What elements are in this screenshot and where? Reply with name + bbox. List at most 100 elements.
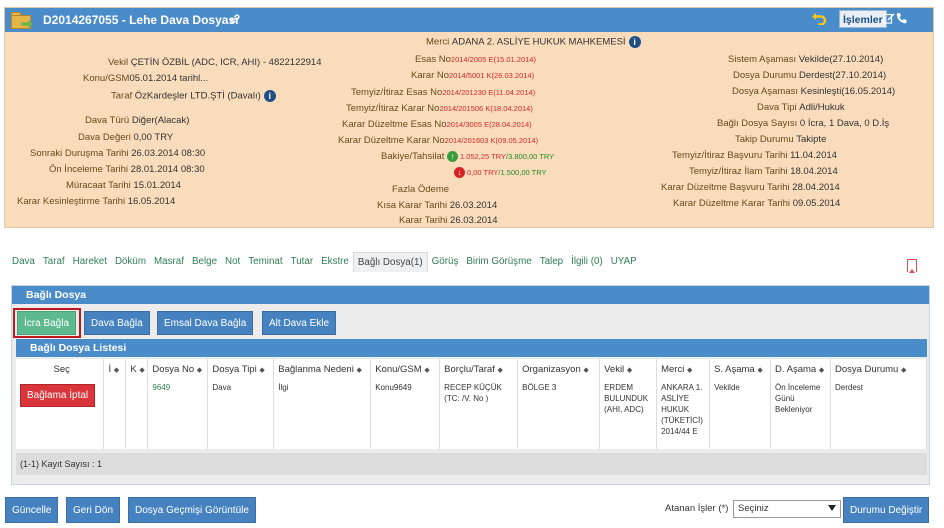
field-karar-no: Karar No2014/5001 K(26.03.2014) <box>411 70 535 81</box>
sort-icon[interactable]: ◆ <box>819 367 824 374</box>
guncelle-button[interactable]: Güncelle <box>5 497 59 523</box>
sort-icon[interactable]: ◆ <box>687 367 692 374</box>
tab-tutar[interactable]: Tutar <box>287 252 318 272</box>
info-icon[interactable]: i <box>628 36 641 48</box>
field-temyiz-basvuru: Temyiz/İtiraz Başvuru Tarihi 11.04.2014 <box>672 150 837 161</box>
field-bakiye-tahsilat-2: ↓ 0,00 TRY/1.500,00 TRY <box>454 167 547 178</box>
tab-teminat[interactable]: Teminat <box>244 252 286 272</box>
col-baglanma-nedeni[interactable]: Bağlanma Nedeni ◆ <box>273 359 372 379</box>
alt-dava-ekle-button[interactable]: Alt Dava Ekle <box>262 311 337 335</box>
tab-hareket[interactable]: Hareket <box>69 252 111 272</box>
table-row: Bağlama İptal 9649 Dava İlgi Konu9649 RE… <box>16 379 928 449</box>
col-dosya-no[interactable]: Dosya No ◆ <box>147 359 209 379</box>
col-vekil[interactable]: Vekil ◆ <box>599 359 658 379</box>
cell-s-asama: Vekilde <box>709 379 772 449</box>
col-konu-gsm[interactable]: Konu/GSM ◆ <box>370 359 441 379</box>
cell-dosya-no[interactable]: 9649 <box>147 379 209 449</box>
col-merci[interactable]: Merci ◆ <box>656 359 711 379</box>
islemler-button[interactable]: İşlemler <box>839 10 887 28</box>
geri-don-button[interactable]: Geri Dön <box>66 497 121 523</box>
tab-ekstre[interactable]: Ekstre <box>317 252 353 272</box>
field-karar-tarihi: Karar Tarihi 26.03.2014 <box>399 215 498 226</box>
cell-merci: ANKARA 1. ASLİYE HUKUK (TÜKETİCİ) 2014/4… <box>656 379 711 449</box>
col-sec: Seç <box>16 359 105 379</box>
tab-taraf[interactable]: Taraf <box>39 252 69 272</box>
bagli-dosya-table: Seç İ ◆ K ◆ Dosya No ◆ Dosya Tipi ◆ Bağl… <box>16 359 928 449</box>
tab-uyap[interactable]: UYAP <box>607 252 641 272</box>
dosya-gecmisi-button[interactable]: Dosya Geçmişi Görüntüle <box>128 497 256 523</box>
tab-talep[interactable]: Talep <box>536 252 567 272</box>
sort-icon[interactable]: ◆ <box>583 367 588 374</box>
field-kd-karar-no: Karar Düzeltme Karar No2014/201603 K(09.… <box>338 135 539 146</box>
field-on-inceleme: Ön İnceleme Tarihi 28.01.2014 08:30 <box>49 164 205 175</box>
field-dava-turu: Dava Türü Diğer(Alacak) <box>85 115 190 126</box>
case-header-bar: D2014267055 - Lehe Dava Dosyası İşlemler <box>5 8 933 32</box>
sort-icon[interactable]: ◆ <box>139 367 144 374</box>
sort-icon[interactable]: ◆ <box>356 367 361 374</box>
col-d-asama[interactable]: D. Aşama ◆ <box>770 359 831 379</box>
baglama-iptal-button[interactable]: Bağlama İptal <box>20 384 96 407</box>
link-icon[interactable] <box>229 13 241 25</box>
field-muracaat: Müracaat Tarihi 15.01.2014 <box>66 180 181 191</box>
emsal-dava-bagla-button[interactable]: Emsal Dava Bağla <box>157 311 254 335</box>
tab-not[interactable]: Not <box>221 252 244 272</box>
durumu-degistir-button[interactable]: Durumu Değiştir <box>843 497 930 523</box>
cell-dosya-tipi: Dava <box>207 379 275 449</box>
undo-icon[interactable] <box>811 11 827 25</box>
cell-baglanma-nedeni: İlgi <box>273 379 372 449</box>
field-takip-durumu: Takip Durumu Takipte <box>735 134 827 145</box>
tab-birim-gorusme[interactable]: Birim Görüşme <box>462 252 535 272</box>
tab-ilgili[interactable]: İlgili (0) <box>567 252 607 272</box>
sort-icon[interactable]: ◆ <box>424 367 429 374</box>
field-dosya-durumu: Dosya Durumu Derdest(27.10.2014) <box>733 70 887 81</box>
field-taraf: Taraf ÖzKardeşler LTD.ŞTİ (Davalı) i <box>111 90 276 102</box>
col-dosya-durumu[interactable]: Dosya Durumu ◆ <box>830 359 928 379</box>
dava-bagla-button[interactable]: Dava Bağla <box>84 311 150 335</box>
col-dosya-tipi[interactable]: Dosya Tipi ◆ <box>207 359 275 379</box>
sort-icon[interactable]: ◆ <box>197 367 202 374</box>
field-kd-basvuru: Karar Düzeltme Başvuru Tarihi 28.04.2014 <box>661 182 840 193</box>
chevron-down-icon <box>828 505 836 511</box>
bagli-dosya-title: Bağlı Dosya <box>12 286 929 304</box>
field-kisa-karar-tarihi: Kısa Karar Tarihi 26.03.2014 <box>377 200 498 211</box>
sort-icon[interactable]: ◆ <box>114 367 119 374</box>
phone-icon[interactable] <box>896 12 907 24</box>
edit-icon[interactable] <box>883 12 895 24</box>
table-header-row: Seç İ ◆ K ◆ Dosya No ◆ Dosya Tipi ◆ Bağl… <box>16 359 928 379</box>
cell-i <box>103 379 127 449</box>
arrow-up-icon: ↑ <box>447 151 459 162</box>
tab-masraf[interactable]: Masraf <box>150 252 188 272</box>
atanan-isler-select[interactable]: Seçiniz <box>733 500 841 518</box>
folder-icon <box>11 11 33 29</box>
cell-borclu: RECEP KÜÇÜK (TC: /V. No ) <box>439 379 519 449</box>
sort-icon[interactable]: ◆ <box>259 367 264 374</box>
sort-icon[interactable]: ◆ <box>498 367 503 374</box>
cell-organizasyon: BÖLGE 3 <box>517 379 601 449</box>
field-temyiz-karar-no: Temyiz/İtiraz Karar No2014/201506 K(18.0… <box>346 103 533 114</box>
cell-durum: Derdest <box>830 379 928 449</box>
sort-icon[interactable]: ◆ <box>757 367 762 374</box>
icra-bagla-button[interactable]: İcra Bağla <box>17 311 77 335</box>
arrow-down-icon: ↓ <box>454 167 465 178</box>
tab-dava[interactable]: Dava <box>8 252 39 272</box>
col-k[interactable]: K ◆ <box>125 359 149 379</box>
sort-icon[interactable]: ◆ <box>627 367 632 374</box>
col-organizasyon[interactable]: Organizasyon ◆ <box>517 359 601 379</box>
tab-gorus[interactable]: Görüş <box>428 252 463 272</box>
field-kd-esas-no: Karar Düzeltme Esas No2014/3005 E(28.04.… <box>342 119 532 130</box>
field-vekil: Vekil ÇETİN ÖZBİL (ADC, ICR, AHI) - 4822… <box>108 57 322 68</box>
field-dosya-asamasi: Dosya Aşaması Kesinleşti(16.05.2014) <box>732 86 896 97</box>
field-merci: Merci ADANA 2. ASLİYE HUKUK MAHKEMESİ i <box>426 36 641 48</box>
bookmark-icon[interactable] <box>907 259 917 273</box>
col-i[interactable]: İ ◆ <box>103 359 127 379</box>
info-icon[interactable]: i <box>263 90 276 102</box>
cell-k <box>125 379 149 449</box>
field-bakiye-tahsilat: Bakiye/Tahsilat ↑ 1.052,25 TRY/3.800,00 T… <box>381 151 555 163</box>
tab-bagli-dosya[interactable]: Bağlı Dosya(1) <box>352 252 428 272</box>
col-borclu-taraf[interactable]: Borçlu/Taraf ◆ <box>439 359 519 379</box>
sort-icon[interactable]: ◆ <box>901 367 906 374</box>
tab-belge[interactable]: Belge <box>188 252 221 272</box>
col-s-asama[interactable]: S. Aşama ◆ <box>709 359 772 379</box>
cell-sec: Bağlama İptal <box>16 379 105 449</box>
tab-dokum[interactable]: Döküm <box>111 252 150 272</box>
